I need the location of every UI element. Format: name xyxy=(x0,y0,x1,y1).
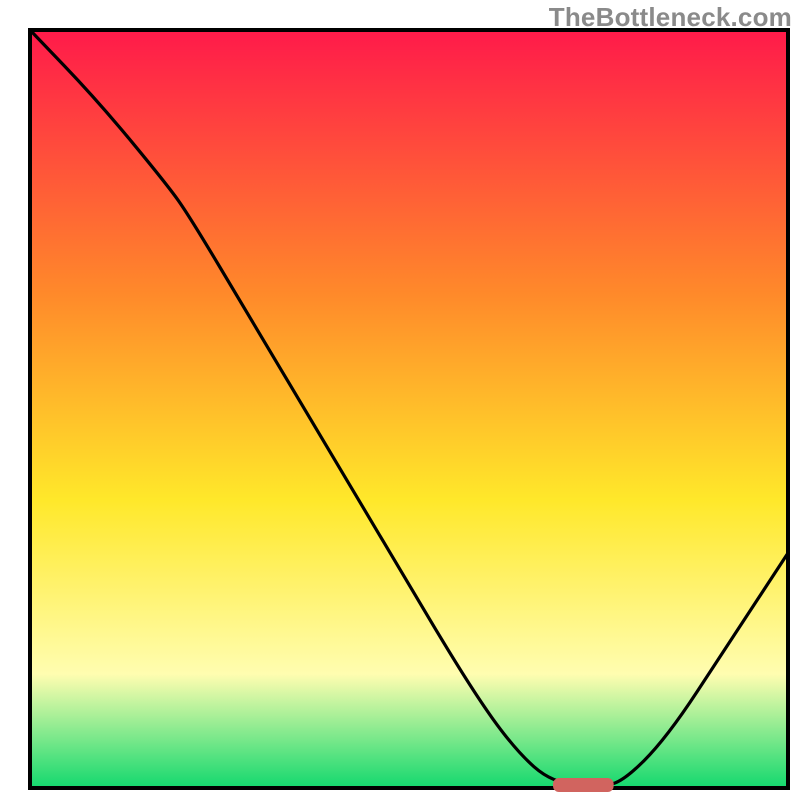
optimum-marker xyxy=(553,778,614,792)
chart-frame: TheBottleneck.com xyxy=(0,0,800,800)
bottleneck-chart xyxy=(0,0,800,800)
watermark-text: TheBottleneck.com xyxy=(549,2,792,33)
plot-background xyxy=(30,30,788,788)
